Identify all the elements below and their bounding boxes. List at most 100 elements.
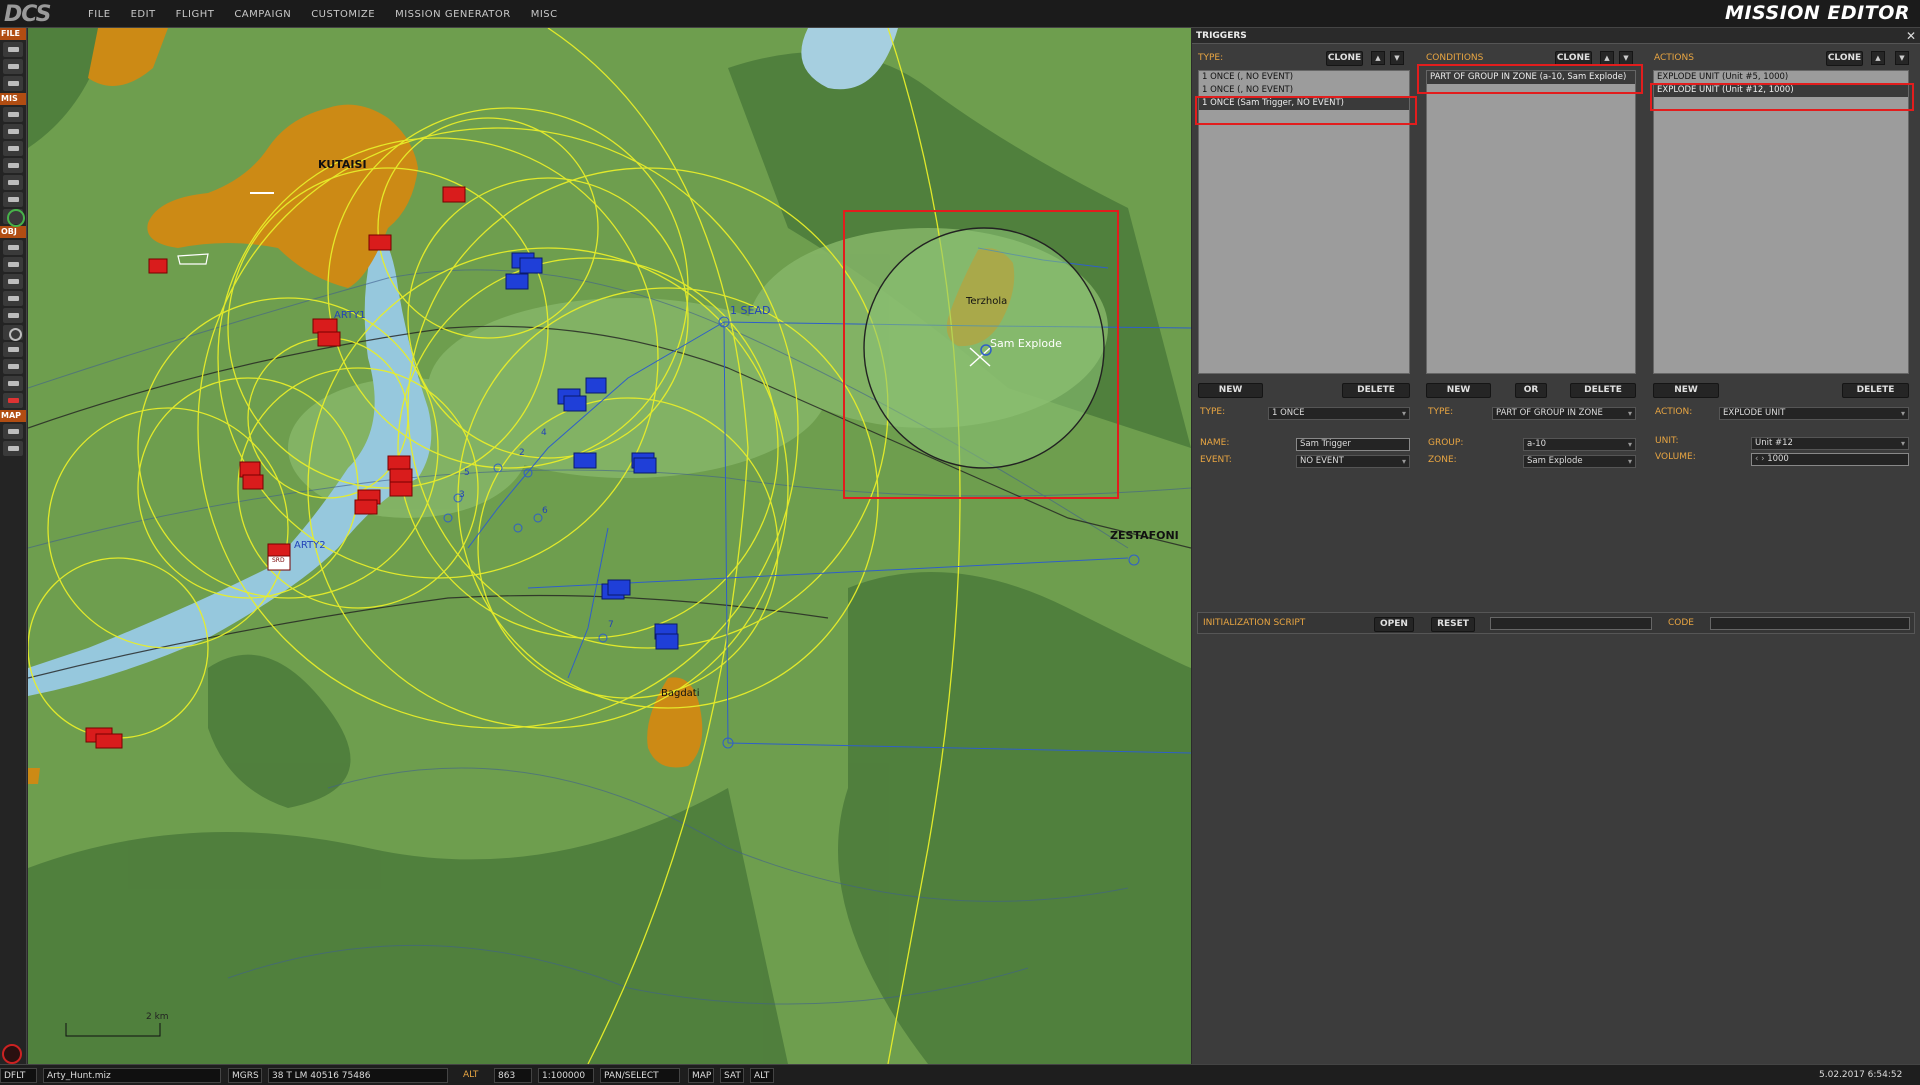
group-icon[interactable] xyxy=(3,376,23,391)
trigger-name-field[interactable]: Sam Trigger xyxy=(1296,438,1410,451)
condition-down-icon[interactable]: ▼ xyxy=(1619,51,1633,65)
triggers-panel: TRIGGERS ✕ TYPE: CLONE ▲ ▼ 1 ONCE (, NO … xyxy=(1192,28,1920,1064)
save-file-icon[interactable] xyxy=(3,59,23,74)
map-options-icon[interactable] xyxy=(3,441,23,456)
mission-map[interactable]: KUTAISI Terzhola Bagdati ZESTAFONI Sam E… xyxy=(28,28,1191,1064)
highlight-condition xyxy=(1417,64,1643,94)
triggers-title: TRIGGERS xyxy=(1196,31,1247,41)
condition-type-dropdown[interactable]: PART OF GROUP IN ZONE xyxy=(1492,407,1636,420)
trigger-type-dropdown[interactable]: 1 ONCE xyxy=(1268,407,1410,420)
waypoint-4: 4 xyxy=(541,428,547,438)
altitude-view-button[interactable]: ALT xyxy=(750,1068,774,1083)
menu-customize[interactable]: CUSTOMIZE xyxy=(311,9,375,20)
open-script-button[interactable]: OPEN xyxy=(1374,617,1414,632)
close-icon[interactable]: ✕ xyxy=(1906,28,1916,44)
terrain-svg xyxy=(28,28,1191,1064)
static-object-icon[interactable] xyxy=(3,308,23,323)
volume-field[interactable]: ‹ › 1000 xyxy=(1751,453,1909,466)
list-item[interactable]: 1 ONCE (, NO EVENT) xyxy=(1199,71,1409,84)
city-terzhola: Terzhola xyxy=(966,296,1008,307)
menu-campaign[interactable]: CAMPAIGN xyxy=(234,9,291,20)
unit-dropdown[interactable]: Unit #12 xyxy=(1751,437,1909,450)
save-as-icon[interactable] xyxy=(3,76,23,91)
event-dropdown[interactable]: NO EVENT xyxy=(1296,455,1410,468)
reset-script-button[interactable]: RESET xyxy=(1431,617,1475,632)
waypoint-2: 2 xyxy=(519,448,525,458)
menu-mission-generator[interactable]: MISSION GENERATOR xyxy=(395,9,511,20)
delete-action-button[interactable]: DELETE xyxy=(1842,383,1909,398)
clone-trigger-button[interactable]: CLONE xyxy=(1326,51,1363,66)
ruler-icon[interactable] xyxy=(3,424,23,439)
map-label-arty2: ARTY2 xyxy=(294,540,326,551)
mission-file-name: Arty_Hunt.miz xyxy=(43,1068,221,1083)
alt-label: ALT xyxy=(463,1070,479,1080)
condition-list[interactable]: PART OF GROUP IN ZONE (a-10, Sam Explode… xyxy=(1426,70,1636,374)
mode-select[interactable]: DFLT xyxy=(0,1068,37,1083)
unit-badge: SRD xyxy=(272,557,285,564)
triggers-icon[interactable] xyxy=(3,141,23,156)
waypoint-7: 7 xyxy=(608,620,614,630)
menu-misc[interactable]: MISC xyxy=(531,9,558,20)
target-icon[interactable] xyxy=(3,359,23,374)
menu-flight[interactable]: FLIGHT xyxy=(176,9,215,20)
fly-mission-icon[interactable] xyxy=(3,209,25,227)
vehicle-icon[interactable] xyxy=(3,291,23,306)
delete-condition-button[interactable]: DELETE xyxy=(1570,383,1636,398)
init-script-label: INITIALIZATION SCRIPT xyxy=(1203,618,1306,628)
action-list[interactable]: EXPLODE UNIT (Unit #5, 1000) EXPLODE UNI… xyxy=(1653,70,1909,374)
name-label: NAME: xyxy=(1200,438,1230,448)
move-up-icon[interactable]: ▲ xyxy=(1371,51,1385,65)
mission-editor-title: MISSION EDITOR xyxy=(1725,2,1910,24)
city-zestafoni: ZESTAFONI xyxy=(1110,529,1179,542)
altitude-value: 863 xyxy=(494,1068,532,1083)
zone-sam-explode-label[interactable]: Sam Explode xyxy=(990,337,1062,350)
main-menu: FILE EDIT FLIGHT CAMPAIGN CUSTOMIZE MISS… xyxy=(88,0,558,28)
condition-type-label: TYPE: xyxy=(1428,407,1454,417)
clone-action-button[interactable]: CLONE xyxy=(1826,51,1863,66)
ship-icon[interactable] xyxy=(3,274,23,289)
cursor-coordinates: 38 T LM 40516 75486 xyxy=(268,1068,448,1083)
triggers-header: TRIGGERS ✕ xyxy=(1192,28,1920,44)
delete-trigger-button[interactable]: DELETE xyxy=(1342,383,1410,398)
map-view-button[interactable]: MAP xyxy=(688,1068,714,1083)
group-dropdown[interactable]: a-10 xyxy=(1523,438,1636,451)
new-trigger-button[interactable]: NEW xyxy=(1198,383,1263,398)
type-label: TYPE: xyxy=(1200,407,1226,417)
satellite-view-button[interactable]: SAT xyxy=(720,1068,744,1083)
coordinate-type[interactable]: MGRS xyxy=(228,1068,262,1083)
zone-dropdown[interactable]: Sam Explode xyxy=(1523,455,1636,468)
code-field[interactable] xyxy=(1710,617,1910,630)
weather-icon[interactable] xyxy=(3,124,23,139)
code-label: CODE xyxy=(1668,618,1694,628)
action-dropdown[interactable]: EXPLODE UNIT xyxy=(1719,407,1909,420)
stop-icon[interactable] xyxy=(2,1044,22,1064)
menu-file[interactable]: FILE xyxy=(88,9,111,20)
menu-bar: DCS FILE EDIT FLIGHT CAMPAIGN CUSTOMIZE … xyxy=(0,0,1920,28)
move-down-icon[interactable]: ▼ xyxy=(1390,51,1404,65)
goals-icon[interactable] xyxy=(3,175,23,190)
waypoint-5: 5 xyxy=(464,468,470,478)
helicopter-icon[interactable] xyxy=(3,257,23,272)
template-icon[interactable] xyxy=(3,325,23,341)
briefing-icon[interactable] xyxy=(3,107,23,122)
volume-spinner-icon[interactable]: ‹ › xyxy=(1755,454,1767,464)
obj-section-label: OBJ xyxy=(0,226,26,238)
group-label: GROUP: xyxy=(1428,438,1464,448)
new-action-button[interactable]: NEW xyxy=(1653,383,1719,398)
airfield-icon[interactable] xyxy=(3,342,23,357)
or-condition-button[interactable]: OR xyxy=(1515,383,1547,398)
new-condition-button[interactable]: NEW xyxy=(1426,383,1491,398)
zone-icon[interactable] xyxy=(3,158,23,173)
open-file-icon[interactable] xyxy=(3,42,23,57)
condition-up-icon[interactable]: ▲ xyxy=(1600,51,1614,65)
city-bagdati: Bagdati xyxy=(661,688,700,699)
action-up-icon[interactable]: ▲ xyxy=(1871,51,1885,65)
script-file-field[interactable] xyxy=(1490,617,1652,630)
menu-edit[interactable]: EDIT xyxy=(131,9,156,20)
action-down-icon[interactable]: ▼ xyxy=(1895,51,1909,65)
delete-icon[interactable] xyxy=(3,393,23,408)
check-icon[interactable] xyxy=(3,192,23,207)
initialization-script-bar: INITIALIZATION SCRIPT OPEN RESET CODE xyxy=(1197,612,1915,634)
tool-mode: PAN/SELECT xyxy=(600,1068,680,1083)
plane-icon[interactable] xyxy=(3,240,23,255)
